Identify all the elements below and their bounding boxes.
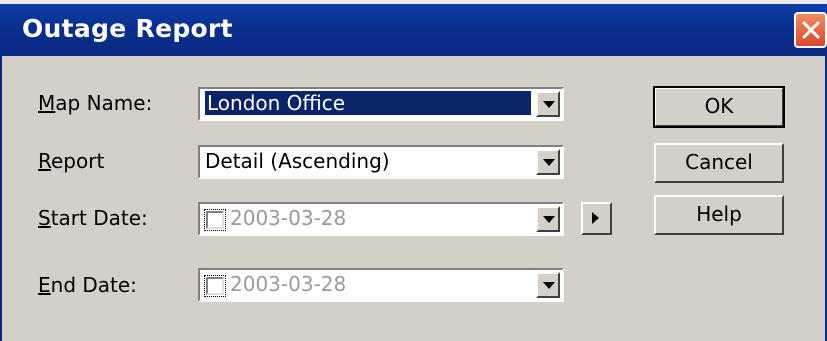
end-date-dropdown-button[interactable] xyxy=(536,272,560,298)
help-button[interactable]: Help xyxy=(654,195,784,235)
start-date-value: 2003-03-28 xyxy=(230,206,347,230)
dropdown-arrow-icon xyxy=(543,159,555,166)
window-title: Outage Report xyxy=(22,14,233,43)
close-button[interactable] xyxy=(794,12,827,48)
title-bar[interactable]: Outage Report xyxy=(0,4,827,56)
end-date-checkbox[interactable] xyxy=(204,275,226,297)
start-date-picker[interactable]: 2003-03-28 xyxy=(198,202,564,236)
end-date-value: 2003-03-28 xyxy=(230,272,347,296)
end-date-label: End Date: xyxy=(38,273,137,297)
report-dropdown-button[interactable] xyxy=(536,149,560,175)
start-date-next-button[interactable] xyxy=(581,202,612,235)
map-name-label: Map Name: xyxy=(38,91,153,115)
ok-button[interactable]: OK xyxy=(653,86,785,128)
report-label: Report xyxy=(38,149,105,173)
start-date-dropdown-button[interactable] xyxy=(536,206,560,232)
dialog-client-area: Map Name: London Office Report Detail (A… xyxy=(0,56,827,341)
dropdown-arrow-icon xyxy=(543,282,555,289)
report-value: Detail (Ascending) xyxy=(205,149,390,173)
start-date-label: Start Date: xyxy=(38,206,148,230)
map-name-dropdown-button[interactable] xyxy=(536,91,560,117)
close-icon xyxy=(802,21,820,39)
map-name-select[interactable]: London Office xyxy=(198,87,564,121)
dropdown-arrow-icon xyxy=(543,101,555,108)
right-arrow-icon xyxy=(592,212,599,224)
dropdown-arrow-icon xyxy=(543,216,555,223)
start-date-checkbox[interactable] xyxy=(204,209,226,231)
end-date-picker[interactable]: 2003-03-28 xyxy=(198,268,564,302)
map-name-value: London Office xyxy=(205,91,531,115)
report-select[interactable]: Detail (Ascending) xyxy=(198,145,564,179)
cancel-button[interactable]: Cancel xyxy=(654,143,784,183)
